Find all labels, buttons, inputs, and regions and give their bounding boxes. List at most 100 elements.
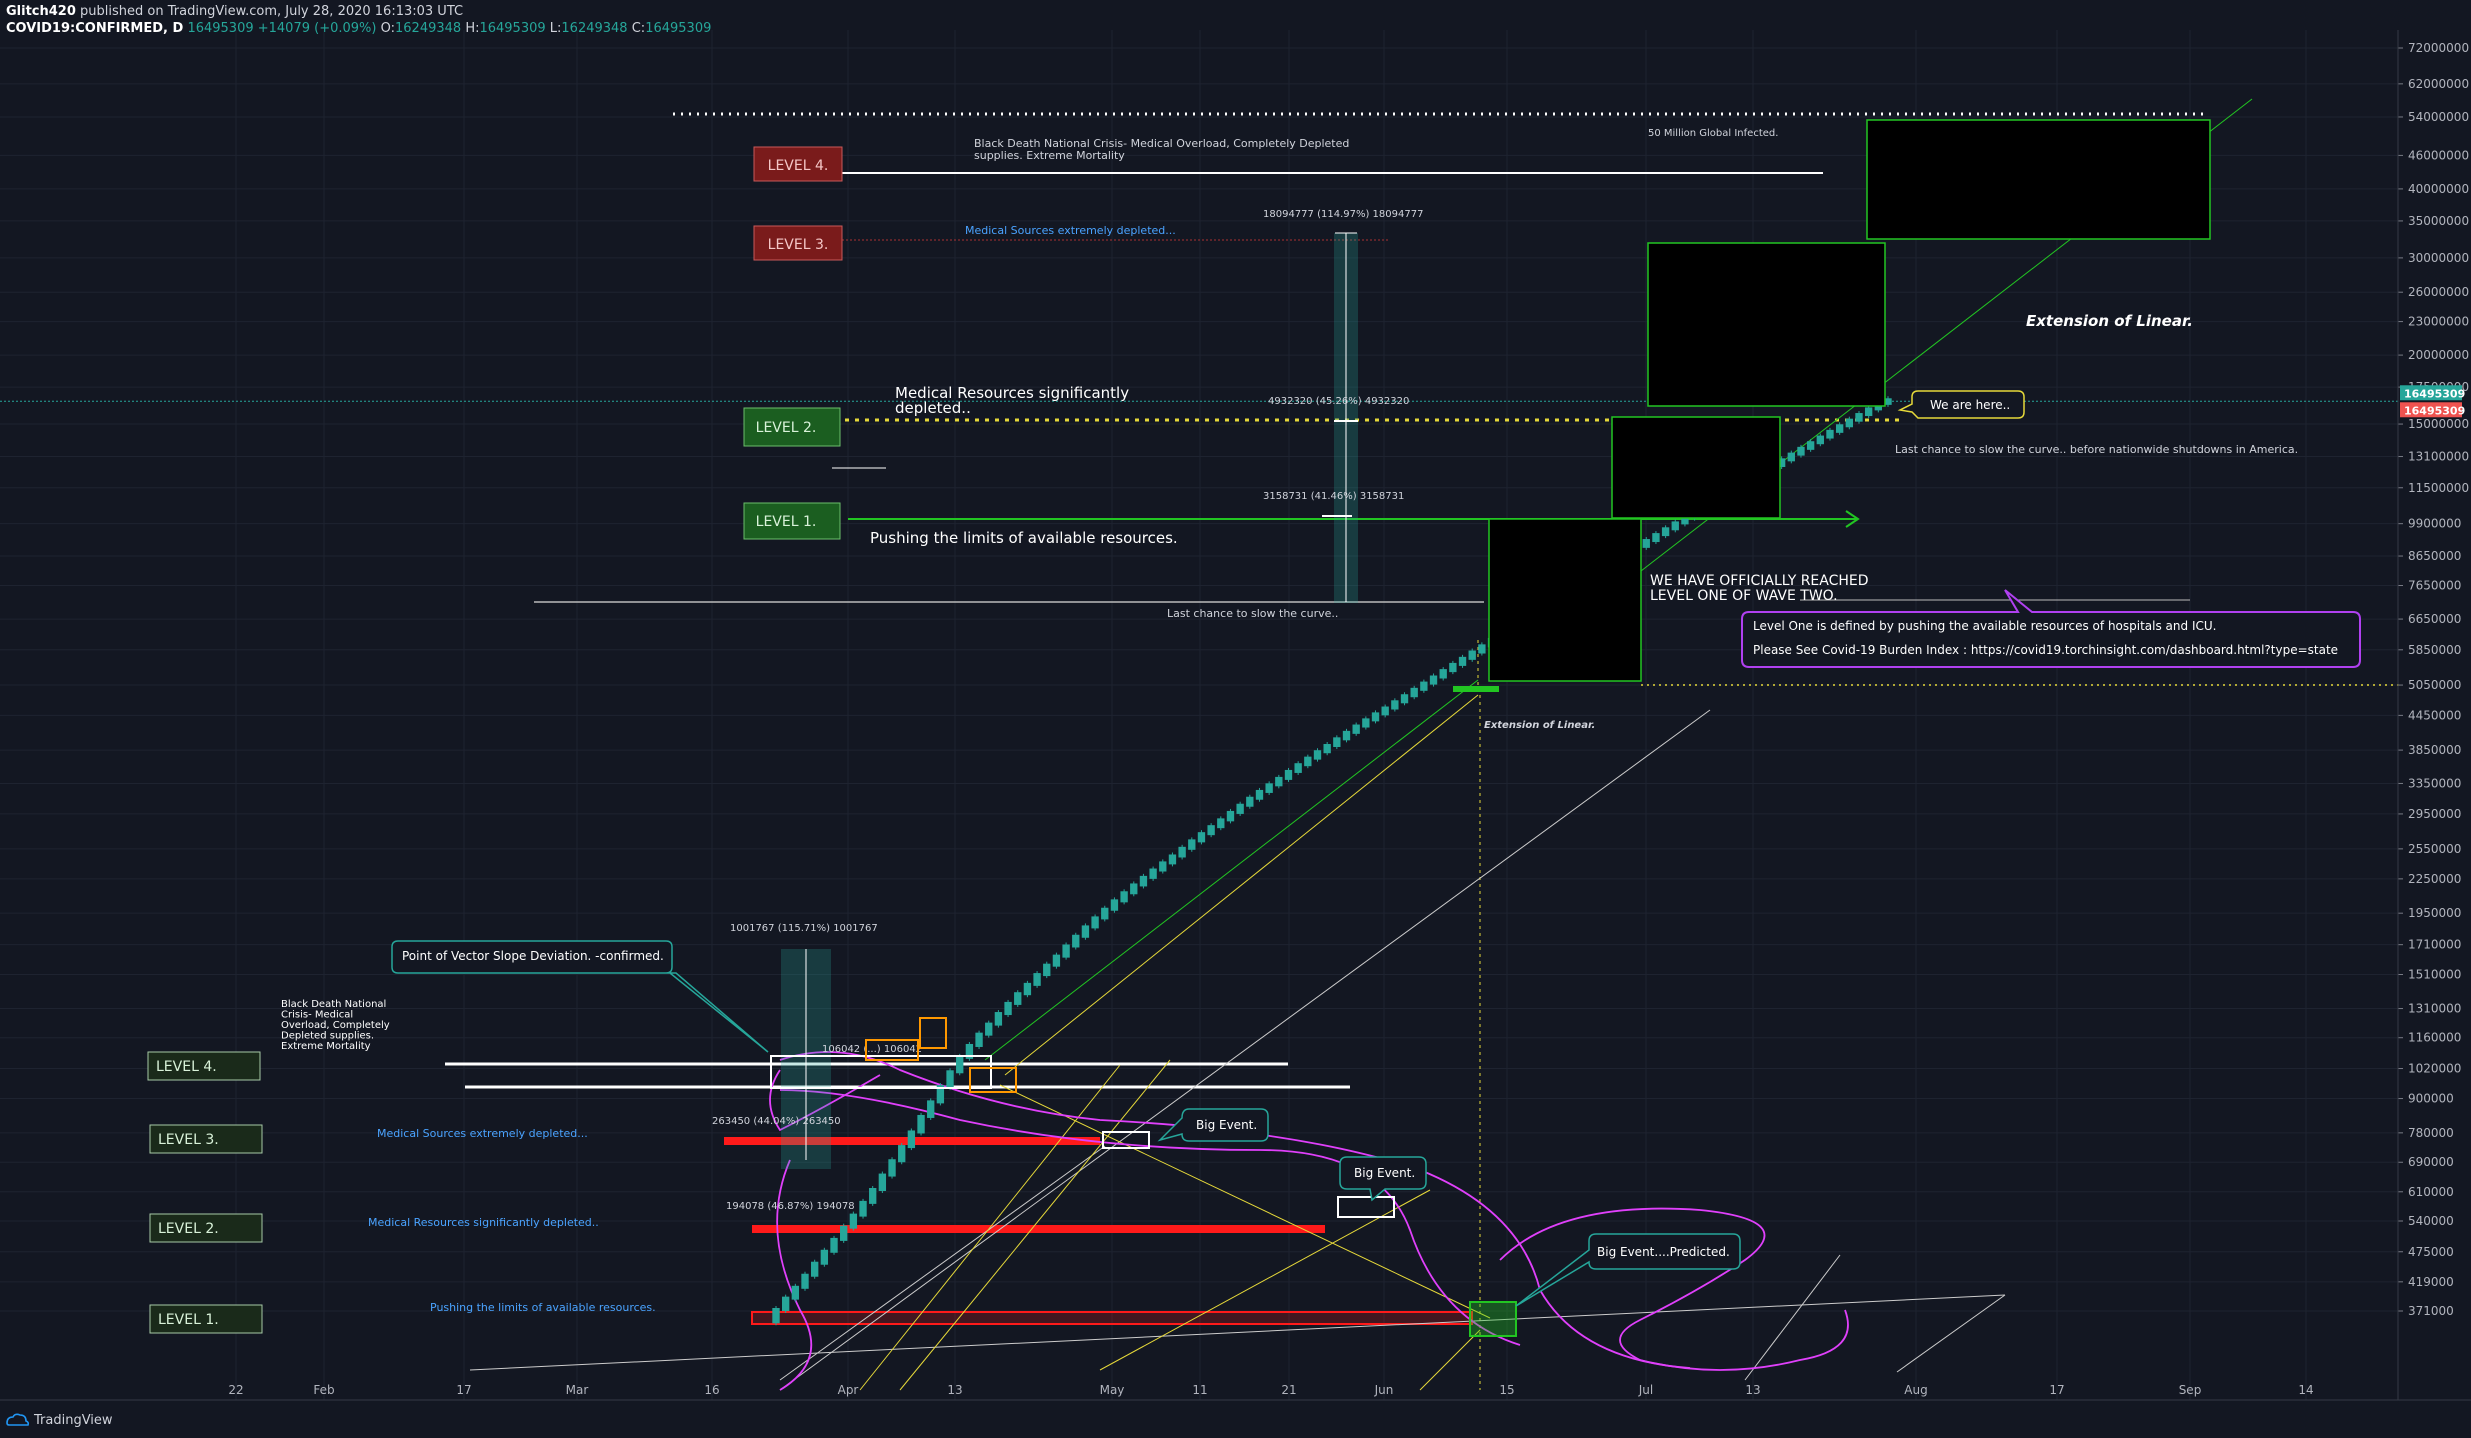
- y-tick-label: 20000000: [2408, 348, 2469, 362]
- x-tick-label: 16: [704, 1383, 719, 1397]
- candle-body: [1033, 973, 1041, 986]
- published-text: published on TradingView.com, July 28, 2…: [80, 4, 464, 19]
- y-tick-label: 11500000: [2408, 481, 2469, 495]
- x-tick-label: 13: [947, 1383, 962, 1397]
- x-tick-label: May: [1100, 1383, 1125, 1397]
- y-tick-label: 2550000: [2408, 842, 2461, 856]
- candle-body: [1139, 875, 1148, 887]
- candle-body: [811, 1261, 819, 1277]
- candle-body: [1004, 1001, 1012, 1016]
- candle-body: [1130, 883, 1138, 895]
- x-tick-label: Feb: [313, 1383, 334, 1397]
- candle-body: [1294, 763, 1302, 773]
- candle-body: [1072, 934, 1080, 948]
- candle-body: [1120, 891, 1128, 903]
- level3-lower-text: Medical Sources extremely depleted...: [377, 1127, 588, 1140]
- level4-lower-text: Crisis- Medical: [281, 1010, 353, 1021]
- close-value: 16495309: [645, 21, 712, 36]
- candle-body: [840, 1225, 848, 1241]
- y-tick-label: 23000000: [2408, 315, 2469, 329]
- level-lower-label: LEVEL 1.: [158, 1312, 219, 1328]
- big-event-predicted-text: Big Event....Predicted.: [1597, 1245, 1730, 1259]
- candle-body: [1468, 650, 1476, 660]
- x-tick-label: 22: [228, 1383, 243, 1397]
- y-tick-label: 900000: [2408, 1092, 2454, 1106]
- candle-body: [1797, 446, 1805, 456]
- candle-body: [1197, 832, 1206, 843]
- candle-body: [975, 1032, 983, 1047]
- x-tick-label: 17: [456, 1383, 471, 1397]
- symbol-label[interactable]: COVID19:CONFIRMED, D: [6, 21, 183, 36]
- y-tick-label: 1020000: [2408, 1062, 2461, 1076]
- level4-lower-text: Black Death National: [281, 999, 386, 1010]
- candle-body: [830, 1237, 838, 1253]
- candle-body: [791, 1285, 800, 1300]
- last-chance-long-text: Last chance to slow the curve.. before n…: [1895, 443, 2298, 456]
- range-106042-label: 106042 (...) 106042: [822, 1044, 922, 1055]
- candle-body: [1014, 992, 1022, 1005]
- officially-text-2: LEVEL ONE OF WAVE TWO.: [1650, 588, 1838, 604]
- y-tick-label: 35000000: [2408, 214, 2469, 228]
- y-tick-label: 610000: [2408, 1185, 2454, 1199]
- candle-body: [917, 1114, 925, 1134]
- y-tick-label: 5850000: [2408, 643, 2461, 657]
- candle-body: [1062, 944, 1070, 958]
- candle-body: [1478, 644, 1486, 654]
- candle-body: [1661, 527, 1670, 537]
- level-lower-label: LEVEL 4.: [156, 1059, 217, 1075]
- y-tick-label: 62000000: [2408, 77, 2469, 91]
- candle-body: [1652, 533, 1660, 543]
- vector-slope-text: Point of Vector Slope Deviation. -confir…: [402, 949, 664, 963]
- y-tick-label: 13100000: [2408, 450, 2469, 464]
- tradingview-brand: TradingView: [34, 1412, 113, 1428]
- last-chance-text: Last chance to slow the curve..: [1167, 607, 1338, 620]
- x-tick-label: 13: [1745, 1383, 1760, 1397]
- green-marker: [1453, 686, 1499, 692]
- level4-lower-text: Extreme Mortality: [281, 1041, 371, 1052]
- range-low-label: 3158731 (41.46%) 3158731: [1263, 491, 1404, 502]
- open-label: O:: [380, 21, 395, 36]
- x-tick-label: Jul: [1638, 1383, 1653, 1397]
- projection-box-4: [1866, 119, 2211, 240]
- candle-body: [1845, 418, 1853, 428]
- level4-lower-text: Overload, Completely: [281, 1020, 390, 1031]
- candle-body: [1642, 539, 1650, 548]
- ohlc-row: COVID19:CONFIRMED, D 16495309 +14079 (+0…: [6, 21, 711, 36]
- big-event-text-1: Big Event.: [1196, 1118, 1257, 1132]
- candle-body: [1149, 868, 1157, 879]
- publisher-name[interactable]: Glitch420: [6, 4, 76, 19]
- candle-body: [1787, 452, 1795, 462]
- candle-body: [1168, 854, 1177, 865]
- candle-body: [985, 1022, 993, 1036]
- y-tick-label: 5050000: [2408, 678, 2461, 692]
- candle-body: [1313, 750, 1322, 760]
- tradingview-footer[interactable]: TradingView: [4, 1412, 113, 1428]
- candle-body: [1023, 982, 1032, 996]
- y-tick-label: 8650000: [2408, 549, 2461, 563]
- candle-body: [1671, 521, 1679, 531]
- x-tick-label: 15: [1499, 1383, 1514, 1397]
- y-tick-label: 475000: [2408, 1245, 2454, 1259]
- candle-body: [1864, 407, 1873, 417]
- level2-upper-text-2: depleted..: [895, 399, 971, 417]
- level1-upper-text: Pushing the limits of available resource…: [870, 529, 1178, 547]
- candle-body: [888, 1159, 896, 1177]
- candle-body: [927, 1100, 935, 1118]
- y-tick-label: 540000: [2408, 1214, 2454, 1228]
- range-194078-label: 194078 (46.87%) 194078: [726, 1201, 855, 1212]
- y-tick-label: 371000: [2408, 1304, 2454, 1318]
- level4-upper-text-2: supplies. Extreme Mortality: [974, 149, 1125, 162]
- candle-body: [1371, 712, 1380, 722]
- high-value: 16495309: [479, 21, 546, 36]
- info-text-2: Please See Covid-19 Burden Index : https…: [1753, 643, 2338, 657]
- close-label: C:: [631, 21, 646, 36]
- chart-canvas[interactable]: 50 Million Global Infected. LEVEL 4. Black…: [0, 0, 2471, 1438]
- candle-body: [1342, 730, 1351, 741]
- candle-body: [898, 1145, 906, 1163]
- candle-body: [772, 1308, 780, 1324]
- candle-body: [907, 1130, 916, 1149]
- candle-body: [1188, 839, 1196, 850]
- publish-info: Glitch420 published on TradingView.com, …: [6, 4, 463, 19]
- change-value: +14079 (+0.09%): [257, 21, 377, 36]
- y-tick-label: 6650000: [2408, 612, 2461, 626]
